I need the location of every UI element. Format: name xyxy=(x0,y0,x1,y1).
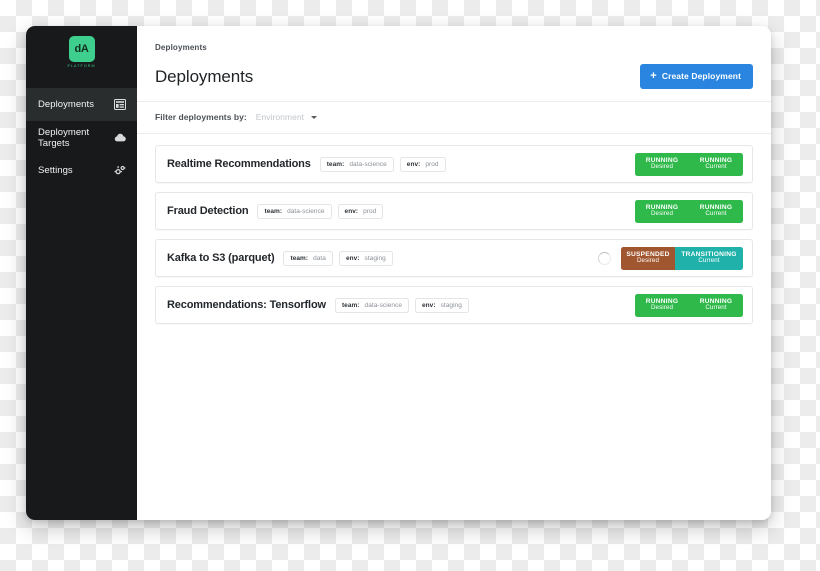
environment-filter-value: Environment xyxy=(255,112,305,122)
tag-key: env: xyxy=(422,301,436,309)
page-title: Deployments xyxy=(155,66,254,86)
status-which: Current xyxy=(705,304,727,312)
deployment-status-area: SUSPENDED Desired TRANSITIONING Current xyxy=(598,246,743,270)
status-badge-group: RUNNING Desired RUNNING Current xyxy=(635,152,743,176)
deployment-name: Kafka to S3 (parquet) xyxy=(167,252,275,264)
status-badge: RUNNING Current xyxy=(689,293,743,317)
deployment-name: Realtime Recommendations xyxy=(167,158,311,170)
deployment-tags: team: data-science env: staging xyxy=(334,297,469,313)
status-badge: RUNNING Desired xyxy=(635,199,689,223)
status-badge: RUNNING Current xyxy=(689,199,743,223)
deployment-tag: team: data-science xyxy=(257,203,332,219)
chevron-down-icon xyxy=(311,115,318,119)
status-badge: RUNNING Desired xyxy=(635,152,689,176)
deployment-tag: team: data-science xyxy=(334,297,409,313)
deployment-list: Realtime Recommendations team: data-scienc… xyxy=(137,134,771,520)
tag-value: staging xyxy=(440,301,462,309)
filter-bar: Filter deployments by: Environment xyxy=(137,102,771,134)
deployment-tag: env: staging xyxy=(415,297,469,313)
status-badge: TRANSITIONING Current xyxy=(675,246,743,270)
tag-value: prod xyxy=(425,160,439,168)
deployment-card[interactable]: Realtime Recommendations team: data-scienc… xyxy=(155,145,753,183)
page-header: Deployments + Create Deployment xyxy=(137,55,771,102)
filter-label: Filter deployments by: xyxy=(155,112,247,122)
deployment-status-area: RUNNING Desired RUNNING Current xyxy=(635,199,743,223)
tag-value: data-science xyxy=(364,301,402,309)
sidebar: dA PLATFORM Deployments Deployment Targe… xyxy=(26,26,137,520)
gear-icon xyxy=(114,165,126,177)
status-which: Desired xyxy=(650,210,674,218)
status-badge: RUNNING Current xyxy=(689,152,743,176)
brand-logo[interactable]: dA PLATFORM xyxy=(26,26,137,74)
brand-mark: dA xyxy=(68,36,95,62)
sidebar-item-deployment-targets[interactable]: Deployment Targets xyxy=(26,121,137,154)
sidebar-item-label: Deployment Targets xyxy=(38,126,90,149)
tag-key: team: xyxy=(290,254,309,262)
deployment-status-area: RUNNING Desired RUNNING Current xyxy=(635,152,743,176)
tag-value: data xyxy=(313,254,326,262)
deployment-tag: env: prod xyxy=(399,156,446,172)
deployment-tag: team: data-science xyxy=(319,156,394,172)
cloud-icon xyxy=(114,132,126,144)
loading-spinner-icon xyxy=(598,251,611,265)
deployment-card[interactable]: Recommendations: Tensorflow team: data-sci… xyxy=(155,286,753,324)
plus-icon: + xyxy=(650,69,657,82)
brand-subtitle: PLATFORM xyxy=(67,64,96,68)
deployment-tags: team: data env: staging xyxy=(283,250,393,266)
tag-key: env: xyxy=(344,207,359,215)
status-badge-group: RUNNING Desired RUNNING Current xyxy=(635,199,743,223)
deployment-name: Recommendations: Tensorflow xyxy=(167,299,326,311)
deployment-card[interactable]: Kafka to S3 (parquet) team: data env: stagin… xyxy=(155,239,753,277)
sidebar-item-label: Deployments xyxy=(38,99,94,110)
tag-key: team: xyxy=(264,207,283,215)
deployment-card[interactable]: Fraud Detection team: data-science env: prod… xyxy=(155,192,753,230)
status-badge-group: RUNNING Desired RUNNING Current xyxy=(635,293,743,317)
breadcrumb: Deployments xyxy=(137,26,771,55)
deployment-tag: env: staging xyxy=(338,250,393,266)
environment-filter-select[interactable]: Environment xyxy=(255,112,318,122)
deployment-name: Fraud Detection xyxy=(167,205,249,217)
tag-value: staging xyxy=(364,254,386,262)
status-badge: RUNNING Desired xyxy=(635,293,689,317)
app-window: dA PLATFORM Deployments Deployment Targe… xyxy=(26,26,771,520)
sidebar-item-settings[interactable]: Settings xyxy=(26,154,137,187)
list-icon xyxy=(114,99,126,111)
status-badge-group: SUSPENDED Desired TRANSITIONING Current xyxy=(621,246,743,270)
deployment-tags: team: data-science env: prod xyxy=(319,156,446,172)
status-which: Desired xyxy=(636,257,660,265)
status-which: Desired xyxy=(650,304,674,312)
content-area: Deployments Deployments + Create Deploym… xyxy=(137,26,771,520)
tag-value: data-science xyxy=(287,207,325,215)
tag-key: env: xyxy=(406,160,421,168)
breadcrumb-item[interactable]: Deployments xyxy=(155,43,207,52)
create-deployment-label: Create Deployment xyxy=(661,71,741,82)
status-badge: SUSPENDED Desired xyxy=(621,246,675,270)
sidebar-nav: Deployments Deployment Targets Settings xyxy=(26,88,137,187)
tag-value: data-science xyxy=(349,160,387,168)
sidebar-item-deployments[interactable]: Deployments xyxy=(26,88,137,121)
status-which: Current xyxy=(698,257,720,265)
tag-value: prod xyxy=(363,207,377,215)
status-which: Current xyxy=(705,163,727,171)
sidebar-item-label: Settings xyxy=(38,165,73,176)
create-deployment-button[interactable]: + Create Deployment xyxy=(640,64,753,89)
deployment-tag: team: data xyxy=(283,250,333,266)
tag-key: env: xyxy=(345,254,360,262)
deployment-tags: team: data-science env: prod xyxy=(257,203,384,219)
deployment-status-area: RUNNING Desired RUNNING Current xyxy=(635,293,743,317)
tag-key: team: xyxy=(326,160,345,168)
tag-key: team: xyxy=(341,301,360,309)
deployment-tag: env: prod xyxy=(337,203,384,219)
status-which: Desired xyxy=(650,163,674,171)
status-which: Current xyxy=(705,210,727,218)
